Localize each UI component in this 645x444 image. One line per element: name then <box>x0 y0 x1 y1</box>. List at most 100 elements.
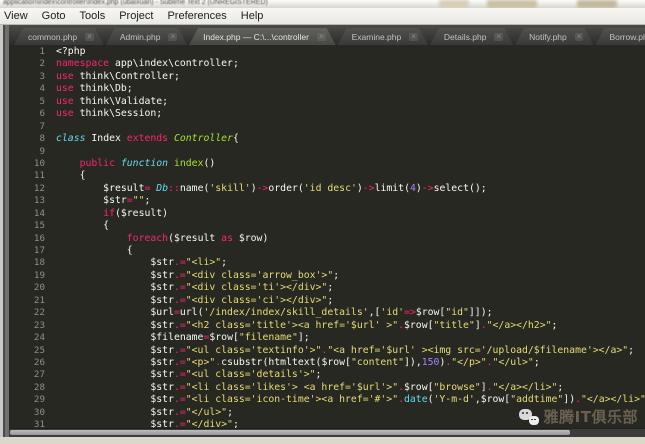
menu-item-view[interactable]: View <box>0 10 35 22</box>
wechat-icon <box>519 409 539 425</box>
line-number: 9 <box>9 146 56 158</box>
code-text: $result= Db::name('skill')->order('id de… <box>56 183 487 195</box>
code-text: class Index extends Controller{ <box>56 133 239 145</box>
code-line: 22 $url=url('/index/index/skill_details'… <box>9 307 645 319</box>
line-number: 21 <box>9 295 56 307</box>
code-line: 8class Index extends Controller{ <box>9 133 645 145</box>
code-text: use think\Session; <box>56 108 162 120</box>
tab-label: Details.php <box>444 32 487 42</box>
code-text: use think\Controller; <box>56 71 180 83</box>
line-number: 5 <box>9 96 56 108</box>
code-line: 12 $result= Db::name('skill')->order('id… <box>9 183 645 195</box>
menu-item-goto[interactable]: Goto <box>35 10 73 22</box>
tab-index-php-c-controller[interactable]: Index.php — C:\...\controller× <box>189 28 336 45</box>
window-body: common.php×Admin.php×Index.php — C:\...\… <box>0 25 645 437</box>
code-line: 19 $str.="<div class='arrow_box'>"; <box>9 270 645 282</box>
code-line: 4use think\Db; <box>9 83 645 95</box>
code-text: $str.="<ul class='details'>"; <box>56 369 321 381</box>
line-number: 13 <box>9 195 56 207</box>
menu-item-help[interactable]: Help <box>234 10 271 22</box>
menu-item-project[interactable]: Project <box>112 10 160 22</box>
tab-admin-php[interactable]: Admin.php× <box>106 28 187 45</box>
scrollbar-thumb[interactable] <box>10 430 570 435</box>
code-text: if($result) <box>56 208 168 220</box>
code-line: 10 public function index() <box>9 158 645 170</box>
line-number: 27 <box>9 369 56 381</box>
menu-item-preferences[interactable]: Preferences <box>160 10 233 22</box>
window-bottom-edge <box>0 437 645 444</box>
code-text: $str.="<div class='ci'></div>"; <box>56 295 333 307</box>
line-number: 6 <box>9 108 56 120</box>
code-line: 15 { <box>9 220 645 232</box>
line-number: 26 <box>9 357 56 369</box>
code-text: $str.="<li>"; <box>56 257 227 269</box>
code-line: 1<?php <box>9 46 645 58</box>
titlebar-decor <box>439 0 469 8</box>
line-number: 25 <box>9 345 56 357</box>
line-number: 16 <box>9 233 56 245</box>
tab-common-php[interactable]: common.php × <box>14 28 104 45</box>
code-line: 17 { <box>9 245 645 257</box>
code-text: use think\Db; <box>56 83 133 95</box>
line-number: 11 <box>9 170 56 182</box>
menu-bar: ViewGotoToolsProjectPreferencesHelp <box>0 8 645 25</box>
line-number: 23 <box>9 320 56 332</box>
code-line: 11 { <box>9 170 645 182</box>
horizontal-scrollbar[interactable] <box>9 428 645 437</box>
line-number: 1 <box>9 46 56 58</box>
tab-label: Notify.php <box>529 32 567 42</box>
line-number: 29 <box>9 394 56 406</box>
line-number: 31 <box>9 419 56 428</box>
code-line: 27 $str.="<ul class='details'>"; <box>9 369 645 381</box>
tab-close-icon[interactable]: × <box>575 33 584 41</box>
tab-close-icon[interactable]: × <box>494 33 503 41</box>
tab-close-icon[interactable]: × <box>168 33 177 41</box>
code-text: use think\Validate; <box>56 96 168 108</box>
code-text: $url=url('/index/index/skill_details',['… <box>56 307 493 319</box>
watermark-text: 雅腾IT俱乐部 <box>544 406 638 427</box>
code-text: $str.="<li class='icon-time'><a href='#'… <box>56 394 645 406</box>
line-number: 7 <box>9 121 56 133</box>
menu-item-tools[interactable]: Tools <box>73 10 113 22</box>
line-number: 28 <box>9 382 56 394</box>
code-text: $str.="<div class='ti'></div>"; <box>56 282 333 294</box>
code-line: 21 $str.="<div class='ci'></div>"; <box>9 295 645 307</box>
code-line: 2namespace app\index\controller; <box>9 58 645 70</box>
code-text: $str=""; <box>56 195 150 207</box>
tab-notify-php[interactable]: Notify.php × <box>515 28 593 45</box>
tab-details-php[interactable]: Details.php × <box>430 28 513 45</box>
sublime-window: application\index\controller\Index.php (… <box>0 0 645 444</box>
code-line: 7 <box>9 121 645 133</box>
line-number: 30 <box>9 407 56 419</box>
tab-borrow-php[interactable]: Borrow.php× <box>595 28 645 45</box>
tab-close-icon[interactable]: × <box>85 33 94 41</box>
code-line: 3use think\Controller; <box>9 71 645 83</box>
tab-close-icon[interactable]: × <box>409 33 418 41</box>
code-line: 5use think\Validate; <box>9 96 645 108</box>
tab-examine-php[interactable]: Examine.php × <box>338 28 428 45</box>
code-line: 13 $str=""; <box>9 195 645 207</box>
line-number: 2 <box>9 58 56 70</box>
code-line: 9 <box>9 146 645 158</box>
code-editor[interactable]: 1<?php2namespace app\index\controller;3u… <box>9 45 645 428</box>
titlebar-decor <box>487 0 537 8</box>
line-number: 10 <box>9 158 56 170</box>
code-text: $str.="<ul class='textinfo'>"."<a href='… <box>56 345 634 357</box>
code-line: 18 $str.="<li>"; <box>9 257 645 269</box>
code-text: $str.="<li class='likes'> <a href='$url'… <box>56 382 563 394</box>
code-text: $filename=$row["filename"]; <box>56 332 310 344</box>
tab-label: Examine.php <box>352 32 402 42</box>
line-number: 14 <box>9 208 56 220</box>
tab-label: Borrow.php <box>609 32 645 42</box>
code-line: 20 $str.="<div class='ti'></div>"; <box>9 282 645 294</box>
line-number: 17 <box>9 245 56 257</box>
tab-close-icon[interactable]: × <box>317 33 326 41</box>
code-line: 26 $str.="<p>".csubstr(htmltext($row["co… <box>9 357 645 369</box>
code-line: 29 $str.="<li class='icon-time'><a href=… <box>9 394 645 406</box>
tab-label: common.php <box>28 32 77 42</box>
code-line: 14 if($result) <box>9 208 645 220</box>
code-text: namespace app\index\controller; <box>56 58 239 70</box>
code-line: 28 $str.="<li class='likes'> <a href='$u… <box>9 382 645 394</box>
line-number: 19 <box>9 270 56 282</box>
line-number: 20 <box>9 282 56 294</box>
